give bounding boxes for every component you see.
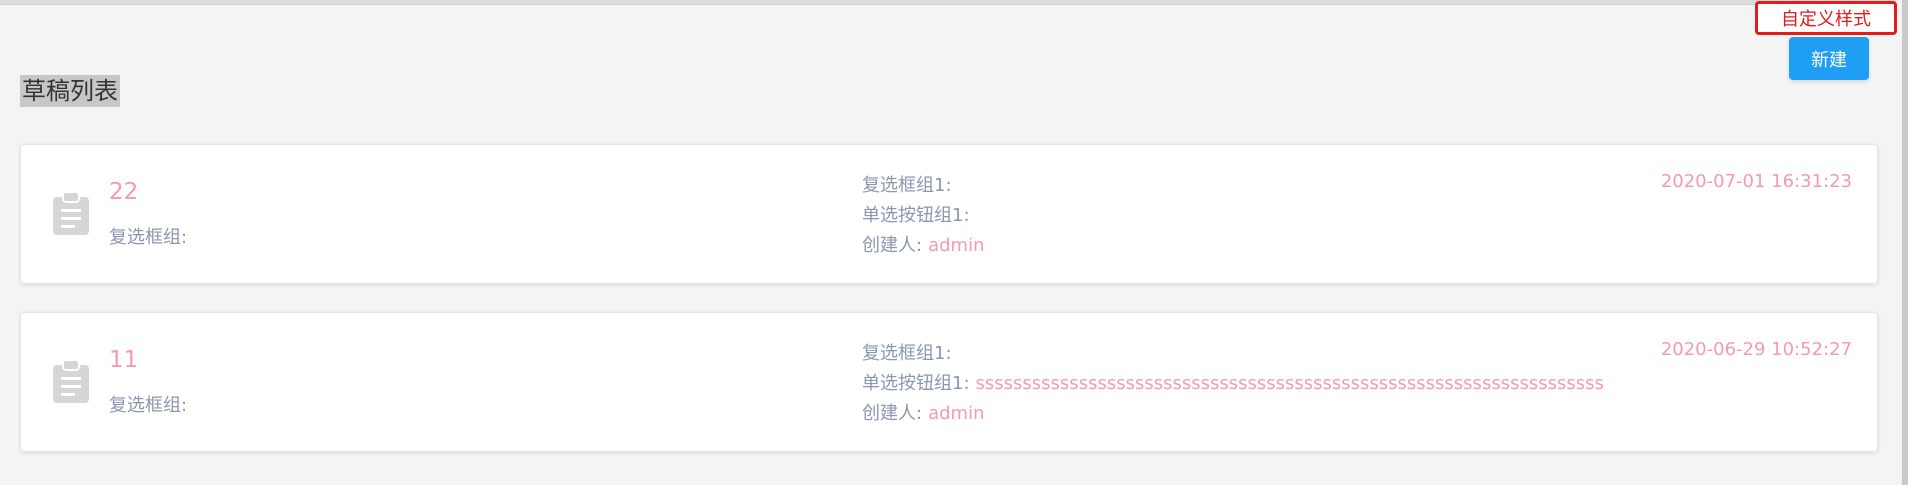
draft-title[interactable]: 22 bbox=[109, 179, 138, 205]
draft-date: 2020-06-29 10:52:27 bbox=[1660, 339, 1852, 360]
draft-title[interactable]: 11 bbox=[109, 347, 138, 373]
checkbox-group1-label: 复选框组1: bbox=[862, 175, 952, 196]
checkbox-group-label: 复选框组: bbox=[109, 227, 188, 248]
radio-group1-field: 单选按钮组1: sssssssssssssssssssssssssssssssss… bbox=[862, 369, 1604, 395]
creator-field: 创建人: admin bbox=[862, 399, 984, 425]
radio-group1-label: 单选按钮组1: bbox=[862, 373, 970, 394]
page-title: 草稿列表 bbox=[20, 75, 120, 107]
radio-group1-field: 单选按钮组1: bbox=[862, 201, 976, 227]
draft-card[interactable]: 11 复选框组: 复选框组1: 单选按钮组1: sssssssssssssssss… bbox=[20, 312, 1878, 452]
creator-label: 创建人: bbox=[862, 235, 923, 256]
draft-card[interactable]: 22 复选框组: 复选框组1: 单选按钮组1: 创建人: admin 2020-0… bbox=[20, 144, 1878, 284]
clipboard-icon bbox=[53, 359, 89, 403]
draft-date: 2020-07-01 16:31:23 bbox=[1660, 171, 1852, 192]
creator-value: admin bbox=[928, 403, 985, 424]
custom-style-button[interactable]: 自定义样式 bbox=[1755, 1, 1897, 35]
checkbox-group1-label: 复选框组1: bbox=[862, 343, 952, 364]
radio-group1-value: ssssssssssssssssssssssssssssssssssssssss… bbox=[975, 373, 1604, 394]
clipboard-icon bbox=[53, 191, 89, 235]
checkbox-group1-field: 复选框组1: bbox=[862, 339, 958, 365]
new-button[interactable]: 新建 bbox=[1789, 37, 1869, 80]
creator-label: 创建人: bbox=[862, 403, 923, 424]
checkbox-group-label: 复选框组: bbox=[109, 395, 188, 416]
creator-value: admin bbox=[928, 235, 985, 256]
creator-field: 创建人: admin bbox=[862, 231, 984, 257]
checkbox-group1-field: 复选框组1: bbox=[862, 171, 958, 197]
vertical-scrollbar[interactable] bbox=[1902, 0, 1908, 485]
top-divider bbox=[0, 0, 1896, 5]
radio-group1-label: 单选按钮组1: bbox=[862, 205, 970, 226]
